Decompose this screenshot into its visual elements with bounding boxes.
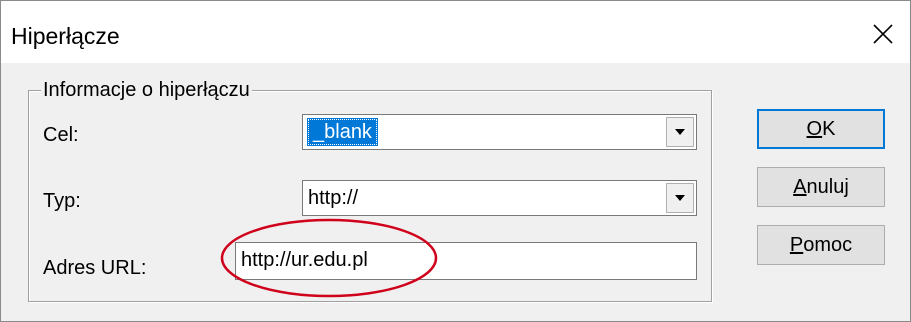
target-selected-value: _blank (307, 118, 378, 146)
ok-button[interactable]: OK (757, 109, 885, 149)
url-input[interactable]: http://ur.edu.pl (235, 242, 697, 280)
help-button[interactable]: Pomoc (757, 225, 885, 265)
url-label: Adres URL: (43, 257, 147, 279)
group-legend: Informacje o hiperłączu (41, 79, 252, 102)
hyperlink-dialog: Hiperłącze Informacje o hiperłączu Cel: … (0, 0, 911, 322)
type-selected-value: http:// (308, 187, 359, 209)
title-bar: Hiperłącze (1, 1, 910, 63)
chevron-down-icon (675, 129, 685, 135)
target-dropdown-button[interactable] (666, 117, 694, 147)
close-icon (873, 24, 893, 44)
chevron-down-icon (675, 195, 685, 201)
close-button[interactable] (863, 15, 903, 53)
type-combobox[interactable]: http:// (302, 180, 697, 216)
target-label: Cel: (43, 124, 79, 146)
help-label-rest: omoc (803, 233, 853, 256)
type-label: Typ: (43, 190, 81, 212)
help-mnemonic: P (789, 233, 804, 256)
cancel-label-rest: nuluj (806, 175, 849, 198)
cancel-button[interactable]: Anuluj (757, 167, 885, 207)
type-dropdown-button[interactable] (666, 183, 694, 213)
cancel-mnemonic: A (793, 175, 807, 198)
target-combobox[interactable]: _blank (302, 114, 697, 150)
ok-mnemonic: O (806, 117, 823, 140)
dialog-title: Hiperłącze (11, 23, 120, 49)
ok-label-rest: K (822, 117, 836, 140)
